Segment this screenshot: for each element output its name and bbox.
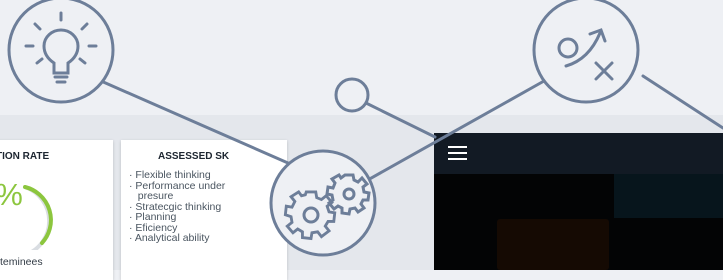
connector-line xyxy=(99,79,290,165)
lightbulb-icon xyxy=(7,0,115,104)
connector-node-icon xyxy=(334,77,370,113)
connector-diagram xyxy=(7,0,723,257)
connector-line xyxy=(641,74,723,130)
connector-line xyxy=(348,79,546,192)
connector-line xyxy=(364,101,437,139)
gears-icon xyxy=(269,149,377,257)
strategy-play-icon xyxy=(532,0,640,104)
